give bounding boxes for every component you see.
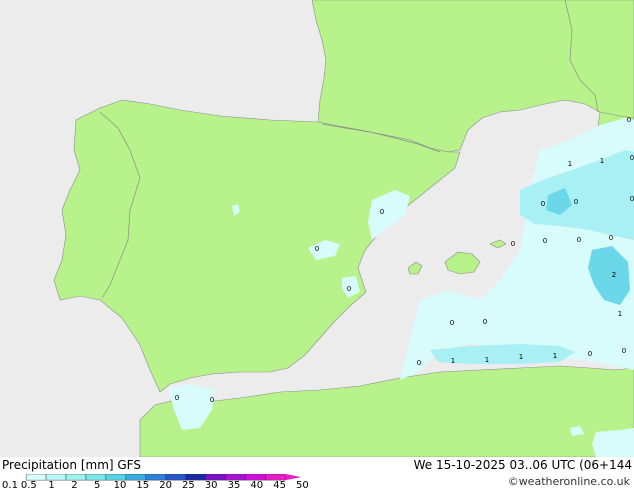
precipitation-map: 0 0 0 0 0 1 1 0 0 0 0 0 0 0 2 1 0 0 0 1 … — [0, 0, 634, 457]
scale-tick-label: 0.5 — [20, 480, 37, 491]
map-value: 0 — [175, 394, 179, 402]
valid-time-label: We 15-10-2025 03..06 UTC (06+144 — [413, 458, 632, 472]
map-value: 0 — [511, 240, 515, 248]
map-value: 0 — [574, 198, 578, 206]
map-value: 0 — [210, 396, 214, 404]
precip-area-sicily-south — [592, 428, 634, 457]
scale-tick-label: 0.1 — [2, 480, 18, 491]
scale-tick-label: 10 — [113, 480, 127, 491]
map-value: 0 — [380, 208, 384, 216]
scale-tick-label: 25 — [182, 480, 195, 491]
map-value: 0 — [588, 350, 592, 358]
map-footer: Precipitation [mm] GFS We 15-10-2025 03.… — [0, 457, 634, 491]
map-value: 0 — [627, 116, 631, 124]
scale-tick-label: 2 — [71, 480, 78, 491]
product-title: Precipitation [mm] GFS — [2, 458, 141, 472]
scale-tick-label: 5 — [94, 480, 101, 491]
scale-tick-label: 35 — [227, 480, 241, 491]
map-value: 1 — [568, 160, 572, 168]
map-value: 0 — [315, 245, 319, 253]
scale-tick-label: 30 — [204, 480, 218, 491]
map-value: 0 — [630, 154, 634, 162]
map-value: 1 — [600, 157, 604, 165]
map-value: 0 — [609, 234, 613, 242]
map-value: 1 — [485, 356, 489, 364]
map-value: 1 — [519, 353, 523, 361]
map-value: 0 — [417, 359, 421, 367]
credit-link[interactable]: ©weatheronline.co.uk — [508, 475, 630, 488]
map-value: 0 — [483, 318, 487, 326]
map-value: 2 — [612, 271, 616, 279]
map-value: 1 — [618, 310, 622, 318]
map-value: 1 — [553, 352, 557, 360]
map-value: 0 — [450, 319, 454, 327]
map-value: 0 — [543, 237, 547, 245]
scale-tick-label: 20 — [159, 480, 172, 491]
map-value: 0 — [630, 195, 634, 203]
scale-tick-label: 15 — [136, 480, 150, 491]
scale-tick-label: 1 — [48, 480, 55, 491]
scale-tick-label: 50 — [296, 480, 309, 491]
scale-tick-label: 45 — [273, 480, 286, 491]
scale-tick-label: 40 — [250, 480, 264, 491]
map-value: 0 — [577, 236, 581, 244]
map-value: 0 — [622, 347, 626, 355]
map-value: 0 — [347, 285, 351, 293]
map-value: 0 — [541, 200, 545, 208]
map-value: 1 — [451, 357, 455, 365]
